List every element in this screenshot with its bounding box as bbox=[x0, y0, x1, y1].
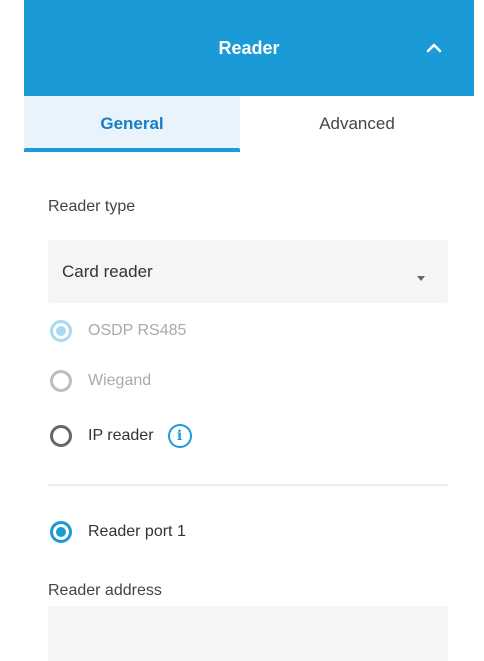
active-tab-indicator bbox=[24, 148, 240, 152]
tab-general-label: General bbox=[100, 114, 164, 133]
reader-type-label: Reader type bbox=[48, 198, 136, 215]
tab-bar: General Advanced bbox=[24, 96, 474, 152]
info-icon[interactable]: i bbox=[167, 424, 192, 448]
radio-wiegand-label: Wiegand bbox=[88, 372, 152, 389]
tab-general[interactable]: General bbox=[24, 96, 240, 152]
tab-advanced-label: Advanced bbox=[319, 114, 395, 133]
chevron-up-icon[interactable] bbox=[424, 38, 444, 58]
radio-reader-port-1[interactable]: Reader port 1 bbox=[50, 517, 186, 547]
panel-header[interactable]: Reader bbox=[24, 0, 474, 96]
radio-ip-reader-label: IP reader bbox=[88, 427, 154, 444]
radio-wiegand[interactable]: Wiegand bbox=[50, 366, 151, 396]
radio-checked-icon bbox=[50, 521, 72, 543]
tab-advanced[interactable]: Advanced bbox=[240, 96, 474, 152]
reader-address-input[interactable] bbox=[48, 606, 448, 661]
panel-title: Reader bbox=[218, 37, 280, 58]
dropdown-arrow-icon bbox=[416, 267, 426, 287]
radio-osdp-label: OSDP RS485 bbox=[88, 322, 187, 339]
radio-osdp-rs485[interactable]: OSDP RS485 bbox=[50, 316, 186, 346]
reader-type-select[interactable]: Card reader bbox=[48, 240, 448, 303]
radio-unchecked-icon bbox=[50, 425, 72, 447]
radio-ip-reader[interactable]: IP reader i bbox=[50, 421, 192, 451]
reader-port-label: Reader port 1 bbox=[88, 523, 186, 540]
reader-address-label: Reader address bbox=[48, 582, 162, 599]
section-divider bbox=[48, 484, 448, 486]
radio-checked-icon bbox=[50, 320, 72, 342]
radio-unchecked-icon bbox=[50, 370, 72, 392]
reader-type-value: Card reader bbox=[62, 261, 153, 281]
